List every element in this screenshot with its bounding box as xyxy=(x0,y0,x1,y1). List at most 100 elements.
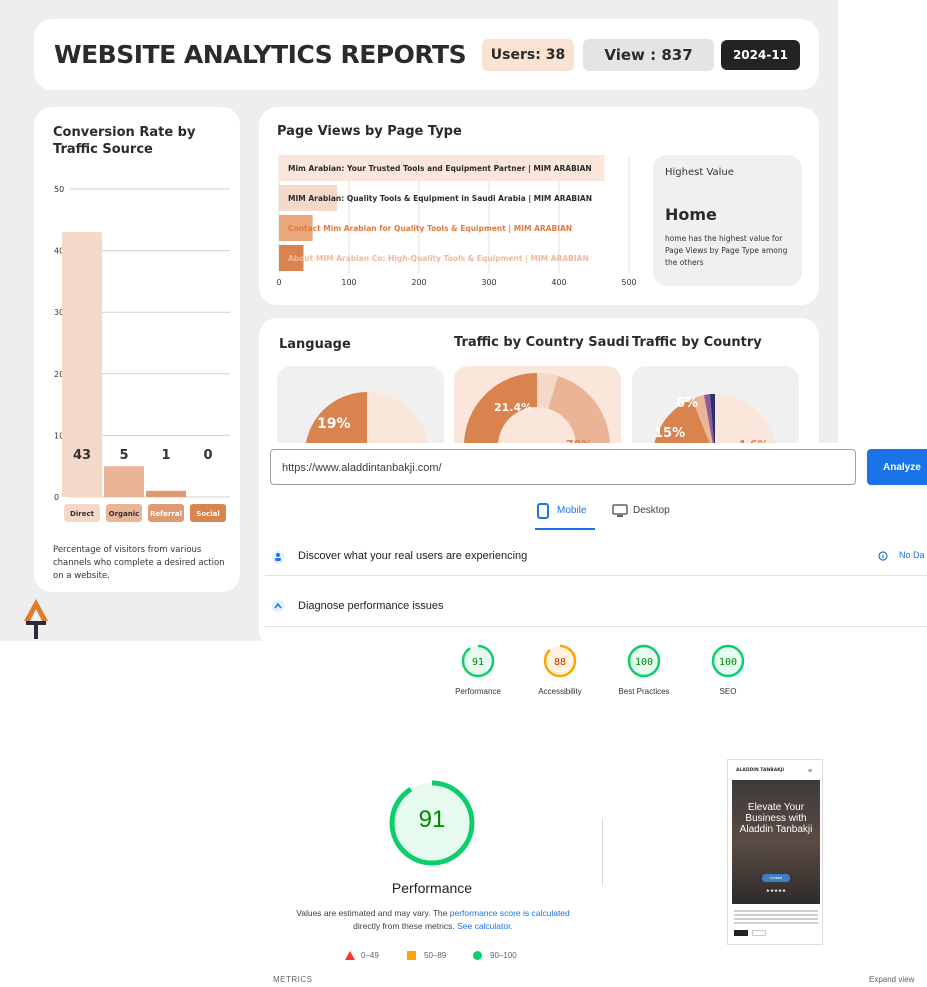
bar-value-label: 43 xyxy=(73,448,91,463)
gauge-score: 100 xyxy=(635,657,653,668)
x-tick-label: 400 xyxy=(551,278,566,287)
see-calculator-link[interactable]: See calculator. xyxy=(457,921,513,931)
pass-circle-icon xyxy=(473,951,482,960)
gauge-label: Best Practices xyxy=(618,687,670,696)
big-score-label: Performance xyxy=(391,880,473,896)
gauge-score: 88 xyxy=(554,657,566,668)
score-note-prefix: Values are estimated and may vary. The xyxy=(296,908,450,918)
mobile-icon xyxy=(537,503,549,519)
preview-menu-icon: ≡ xyxy=(808,768,813,775)
conversion-description: Percentage of visitors from various chan… xyxy=(53,545,225,581)
page-bar-label: Mim Arabian: Your Trusted Tools and Equi… xyxy=(288,164,592,174)
diagnose-text: Diagnose performance issues xyxy=(298,600,444,612)
desktop-icon xyxy=(612,504,628,517)
average-square-icon xyxy=(407,951,416,960)
logo-icon xyxy=(24,599,48,639)
pagespeed-panel: https://www.aladdintanbakji.com/ Analyze… xyxy=(265,443,927,987)
expand-view-link[interactable]: Expand view xyxy=(869,975,914,984)
x-tick-label: 500 xyxy=(621,278,636,287)
bar-value-label: 5 xyxy=(119,448,128,463)
gauge-score: 100 xyxy=(719,657,737,668)
header-card: WEBSITE ANALYTICS REPORTS Users: 38 View… xyxy=(34,19,819,90)
views-badge: View : 837 xyxy=(583,39,714,71)
score-gauge-accessibility[interactable]: 88 xyxy=(542,643,578,679)
highest-name: Home xyxy=(665,205,717,224)
x-tick-label: 100 xyxy=(341,278,356,287)
bar-organic xyxy=(104,466,144,497)
page-title: WEBSITE ANALYTICS REPORTS xyxy=(54,40,467,69)
preview-hero: Elevate Your Business with Aladdin Tanba… xyxy=(732,780,820,904)
bar-value-label: 1 xyxy=(161,448,170,463)
traffic-saudi-slice-label: 21.4% xyxy=(494,401,533,414)
score-note-mid: directly from these metrics. xyxy=(353,921,458,931)
x-tick-label: 0 xyxy=(276,278,281,287)
gauge-score: 91 xyxy=(472,657,484,668)
gauge-label: SEO xyxy=(719,687,737,696)
category-label: Organic xyxy=(109,510,140,518)
traffic-country-label-a: 6% xyxy=(676,396,699,411)
page-bar-label: About MIM Arabian Co: High-Quality Tools… xyxy=(288,254,589,264)
page-views-card: Page Views by Page Type 0 100 200 300 400 500… xyxy=(259,107,819,305)
speed-icon xyxy=(271,599,285,613)
x-tick-label: 300 xyxy=(481,278,496,287)
score-gauge-best-practices[interactable]: 100 xyxy=(626,643,662,679)
discover-text: Discover what your real users are experi… xyxy=(298,550,528,562)
users-icon xyxy=(271,550,285,564)
big-score: 91 xyxy=(418,806,446,833)
info-icon xyxy=(878,551,888,561)
preview-button: Contact xyxy=(762,874,790,882)
y-tick-label: 50 xyxy=(54,185,64,194)
no-data-label: No Da xyxy=(899,550,925,560)
highest-description: home has the highest value for Page View… xyxy=(665,234,788,267)
tab-mobile-label: Mobile xyxy=(557,505,587,516)
tab-desktop-label: Desktop xyxy=(633,505,670,516)
language-title: Language xyxy=(279,337,351,352)
gauge-label: Performance xyxy=(455,687,501,696)
preview-logo: ALADDIN TANBAKJI xyxy=(736,768,785,773)
users-badge: Users: 38 xyxy=(482,39,574,71)
tab-desktop[interactable]: Desktop xyxy=(610,501,680,531)
category-label: Referral xyxy=(150,510,182,518)
y-tick-label: 0 xyxy=(54,493,59,502)
legend-average: 50–89 xyxy=(424,951,447,960)
traffic-country-title: Traffic by Country xyxy=(632,335,762,350)
preview-rating: ★★★★★ xyxy=(765,888,787,893)
conversion-chart: 5040302010043Direct5Organic1Referral0Soc… xyxy=(54,185,230,522)
page-views-chart: 0 100 200 300 400 500 Mim Arabian: Your Truste… xyxy=(276,155,637,287)
score-note: Values are estimated and may vary. The p… xyxy=(293,907,573,933)
highest-value-panel: Highest Value Home home has the highest … xyxy=(653,155,802,286)
preview-cookie-text xyxy=(734,910,818,924)
preview-headline: Elevate Your Business with Aladdin Tanba… xyxy=(739,802,813,835)
fail-triangle-icon xyxy=(345,951,355,960)
month-badge: 2024-11 xyxy=(721,40,800,70)
preview-cookie-accept xyxy=(734,930,748,936)
discover-row[interactable]: Discover what your real users are experi… xyxy=(265,538,927,576)
page-bar-label: Contact Mim Arabian for Quality Tools & … xyxy=(288,224,572,234)
score-gauge-seo[interactable]: 100 xyxy=(710,643,746,679)
traffic-saudi-title: Traffic by Country Saudi xyxy=(454,335,630,350)
language-slice-label: 19% xyxy=(317,416,351,432)
x-tick-label: 200 xyxy=(411,278,426,287)
diagnose-row[interactable]: Diagnose performance issues xyxy=(265,591,927,627)
bar-value-label: 0 xyxy=(203,448,212,463)
url-input[interactable]: https://www.aladdintanbakji.com/ xyxy=(270,449,856,485)
tab-mobile[interactable]: Mobile xyxy=(535,501,595,531)
analyze-button[interactable]: Analyze xyxy=(867,449,927,485)
category-label: Social xyxy=(196,510,220,518)
score-gauge-performance[interactable]: 91 xyxy=(460,643,496,679)
gauge-label: Accessibility xyxy=(538,687,582,696)
preview-cookie-reject xyxy=(752,930,766,936)
conversion-card: Conversion Rate by Traffic Source 50 40 30… xyxy=(34,107,240,592)
page-bar-label: MIM Arabian: Quality Tools & Equipment i… xyxy=(288,194,592,204)
metrics-label: METRICS xyxy=(273,975,313,984)
highest-label: Highest Value xyxy=(665,167,734,178)
score-calc-link[interactable]: performance score is calculated xyxy=(450,908,570,918)
score-gauges: 91 Performance 88 Accessibility 100 Best Prac… xyxy=(265,643,927,703)
legend-fail: 0–49 xyxy=(361,951,379,960)
category-label: Direct xyxy=(70,510,95,518)
analyze-button-label: Analyze xyxy=(883,462,921,473)
bar-referral xyxy=(146,490,186,497)
url-input-value: https://www.aladdintanbakji.com/ xyxy=(282,462,442,474)
tab-mobile-indicator xyxy=(535,528,595,530)
vertical-divider xyxy=(602,818,603,886)
